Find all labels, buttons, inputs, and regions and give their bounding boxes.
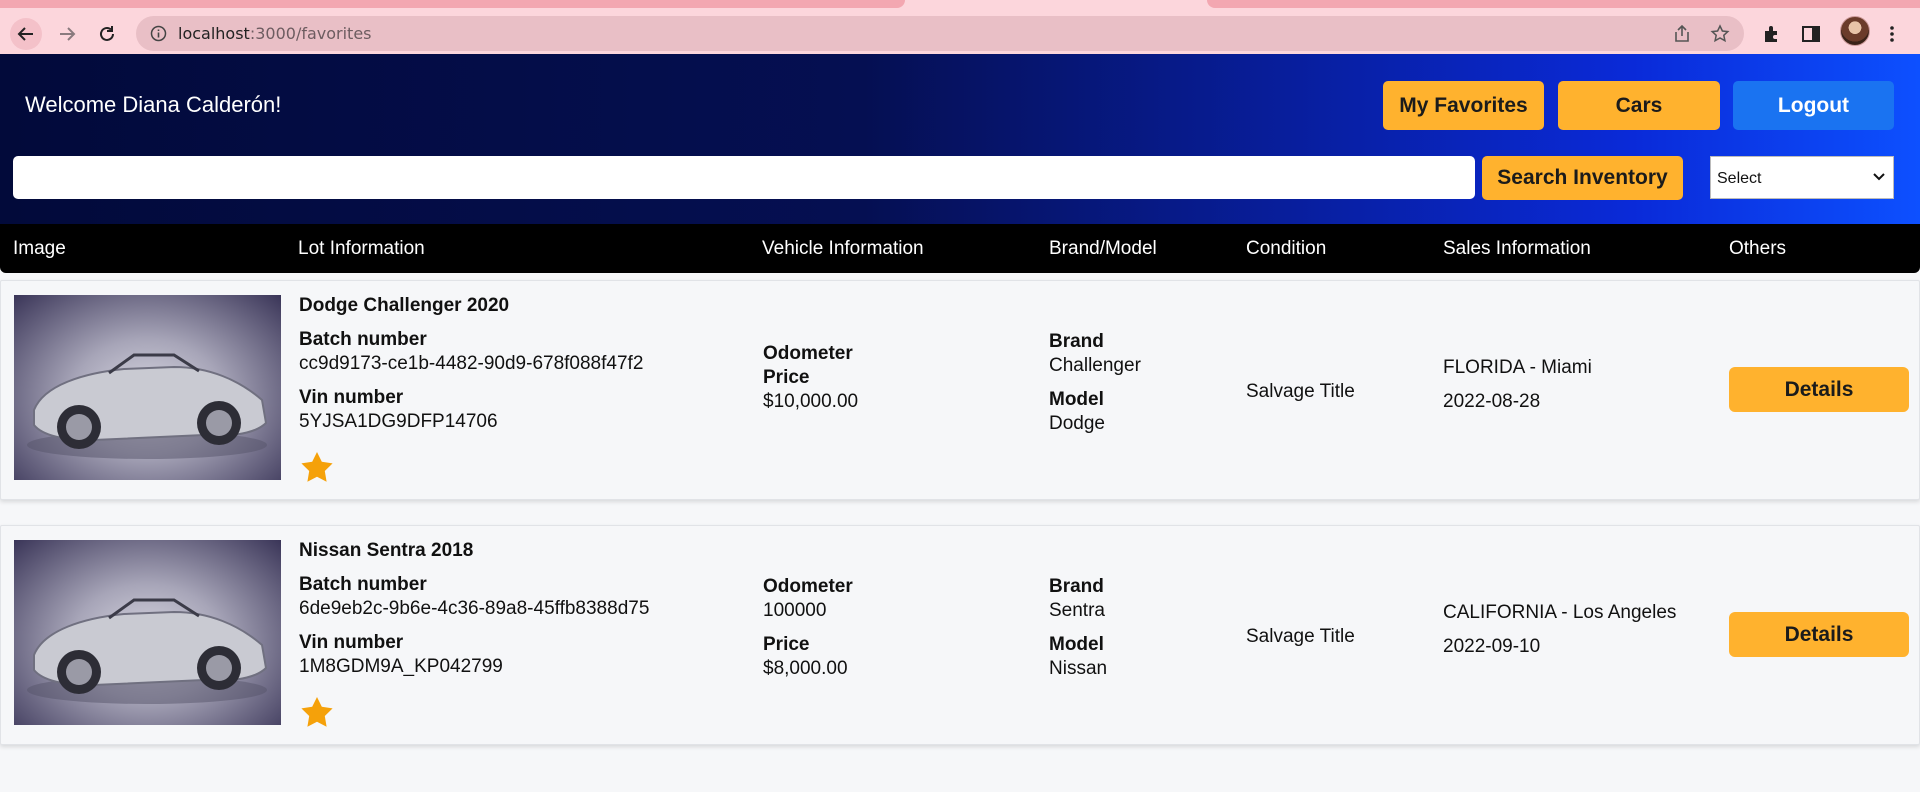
browser-tab-strip (0, 0, 1920, 14)
brand-value: Challenger (1049, 355, 1141, 376)
details-button[interactable]: Details (1729, 367, 1909, 412)
vehicle-title: Dodge Challenger 2020 (299, 295, 510, 316)
brand-label: Brand (1049, 331, 1104, 352)
sale-location: CALIFORNIA - Los Angeles (1443, 602, 1677, 623)
brand-model: Brand Challenger Model Dodge (1049, 331, 1141, 435)
vin-number-label: Vin number (299, 387, 404, 408)
price-value: $10,000.00 (763, 391, 859, 412)
vehicle-information: Odometer 100000 Price $8,000.00 (763, 576, 853, 680)
vin-number-value: 1M8GDM9A_KP042799 (299, 656, 503, 677)
batch-number-value: 6de9eb2c-9b6e-4c36-89a8-45ffb8388d75 (299, 598, 650, 619)
filter-select[interactable]: Select (1710, 156, 1894, 199)
sale-date: 2022-09-10 (1443, 636, 1541, 657)
condition-value: Salvage Title (1246, 381, 1355, 402)
url-text: localhost:3000/favorites (178, 24, 372, 43)
column-header-others: Others (1729, 238, 1787, 259)
table-row: Dodge Challenger 2020 Batch number cc9d9… (0, 280, 1920, 500)
bookmark-star-icon[interactable] (1710, 24, 1730, 44)
chevron-down-icon (1873, 173, 1885, 181)
brand-label: Brand (1049, 576, 1104, 597)
side-panel-icon[interactable] (1801, 24, 1821, 44)
column-header-sales-information: Sales Information (1443, 238, 1591, 259)
app-header: Welcome Diana Calderón! My Favorites Car… (0, 54, 1920, 224)
sale-date: 2022-08-28 (1443, 391, 1541, 412)
odometer-label: Odometer (763, 343, 853, 364)
url-path: :3000/favorites (249, 24, 372, 43)
arrow-left-icon (17, 27, 33, 41)
arrow-right-icon (60, 27, 76, 41)
site-info-icon[interactable] (150, 25, 167, 42)
brand-value: Sentra (1049, 600, 1105, 621)
table-header: Image Lot Information Vehicle Informatio… (0, 224, 1920, 273)
extensions-icon[interactable] (1762, 24, 1782, 44)
favorite-star-icon[interactable] (300, 451, 334, 483)
car-image (14, 295, 281, 480)
filter-select-value: Select (1717, 170, 1762, 187)
browser-tab[interactable] (1207, 0, 1920, 8)
table-row: Nissan Sentra 2018 Batch number 6de9eb2c… (0, 525, 1920, 745)
car-illustration (27, 353, 268, 459)
more-menu-icon[interactable] (1885, 24, 1899, 44)
vin-number-value: 5YJSA1DG9DFP14706 (299, 411, 498, 432)
column-header-brand-model: Brand/Model (1049, 238, 1157, 259)
model-value: Nissan (1049, 658, 1108, 679)
my-favorites-button[interactable]: My Favorites (1383, 81, 1544, 130)
vin-number-label: Vin number (299, 632, 404, 653)
column-header-condition: Condition (1246, 238, 1327, 259)
url-host: localhost (178, 24, 250, 43)
condition-value: Salvage Title (1246, 626, 1355, 647)
profile-avatar[interactable] (1840, 16, 1870, 46)
browser-toolbar: localhost:3000/favorites (0, 14, 1920, 54)
price-label: Price (763, 367, 810, 388)
reload-icon (100, 26, 114, 41)
search-input[interactable] (13, 156, 1475, 199)
welcome-message: Welcome Diana Calderón! (25, 92, 282, 117)
batch-number-value: cc9d9173-ce1b-4482-90d9-678f088f47f2 (299, 353, 644, 374)
car-image (14, 540, 281, 725)
search-inventory-button[interactable]: Search Inventory (1482, 156, 1683, 200)
favorite-star-icon[interactable] (300, 696, 334, 728)
sale-location: FLORIDA - Miami (1443, 357, 1592, 378)
model-label: Model (1049, 634, 1104, 655)
odometer-label: Odometer (763, 576, 853, 597)
brand-model: Brand Sentra Model Nissan (1049, 576, 1107, 680)
lot-information: Nissan Sentra 2018 Batch number 6de9eb2c… (299, 540, 649, 678)
sales-information: FLORIDA - Miami 2022-08-28 (1443, 355, 1592, 413)
price-label: Price (763, 634, 810, 655)
share-icon[interactable] (1672, 24, 1692, 44)
vehicle-title: Nissan Sentra 2018 (299, 540, 474, 561)
price-value: $8,000.00 (763, 658, 848, 679)
model-value: Dodge (1049, 413, 1105, 434)
sales-information: CALIFORNIA - Los Angeles 2022-09-10 (1443, 600, 1676, 658)
address-bar[interactable]: localhost:3000/favorites (136, 16, 1744, 51)
cars-button[interactable]: Cars (1558, 81, 1720, 130)
forward-button[interactable] (51, 18, 83, 50)
column-header-vehicle-information: Vehicle Information (762, 238, 924, 259)
odometer-value: 100000 (763, 600, 827, 621)
lot-information: Dodge Challenger 2020 Batch number cc9d9… (299, 295, 643, 433)
column-header-lot-information: Lot Information (298, 238, 425, 259)
vehicle-information: Odometer Price $10,000.00 (763, 343, 858, 413)
back-button[interactable] (10, 18, 42, 50)
car-illustration (27, 598, 268, 704)
model-label: Model (1049, 389, 1104, 410)
details-button[interactable]: Details (1729, 612, 1909, 657)
logout-button[interactable]: Logout (1733, 81, 1894, 130)
batch-number-label: Batch number (299, 574, 427, 595)
browser-tab[interactable] (0, 0, 905, 8)
column-header-image: Image (13, 238, 66, 259)
batch-number-label: Batch number (299, 329, 427, 350)
reload-button[interactable] (91, 18, 123, 50)
